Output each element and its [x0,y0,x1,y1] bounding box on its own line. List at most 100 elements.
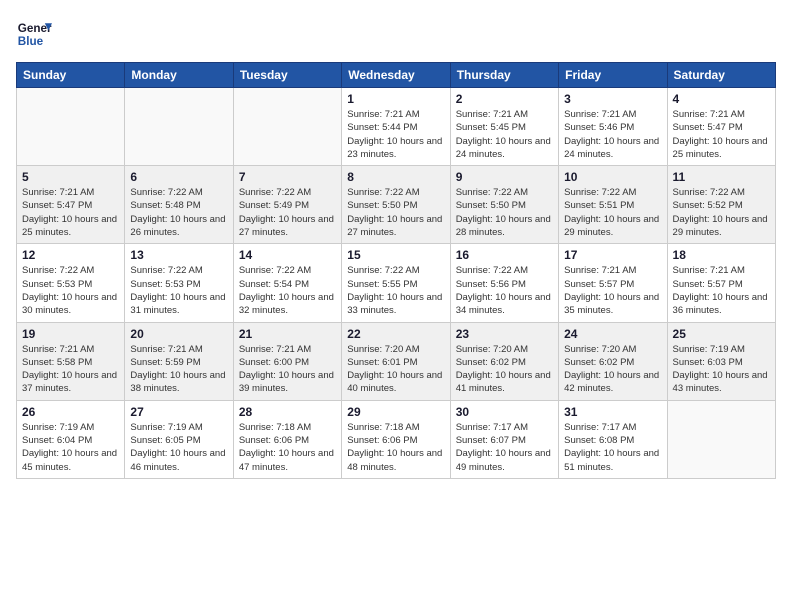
day-number: 22 [347,327,444,341]
calendar-day: 15Sunrise: 7:22 AMSunset: 5:55 PMDayligh… [342,244,450,322]
calendar-day: 11 Sunrise: 7:22 AMSunset: 5:52 PMDayligh… [667,166,775,244]
calendar-day: 17 Sunrise: 7:21 AMSunset: 5:57 PMDayligh… [559,244,667,322]
header-wednesday: Wednesday [342,63,450,88]
day-info: Sunrise: 7:17 AMSunset: 6:07 PMDaylight:… [456,421,553,474]
day-number: 8 [347,170,444,184]
calendar-day [125,88,233,166]
day-number: 7 [239,170,336,184]
day-info: Sunrise: 7:20 AMSunset: 6:01 PMDaylight:… [347,343,444,396]
calendar-day: 24 Sunrise: 7:20 AMSunset: 6:02 PMDayligh… [559,322,667,400]
day-info: Sunrise: 7:21 AMSunset: 6:00 PMDaylight:… [239,343,336,396]
svg-text:Blue: Blue [18,35,44,48]
day-number: 14 [239,248,336,262]
day-info: Sunrise: 7:21 AMSunset: 5:57 PMDaylight:… [564,264,661,317]
calendar-day: 4 Sunrise: 7:21 AMSunset: 5:47 PMDaylight… [667,88,775,166]
day-number: 30 [456,405,553,419]
calendar-day: 16 Sunrise: 7:22 AMSunset: 5:56 PMDayligh… [450,244,558,322]
page-header: General Blue [16,16,776,52]
day-info: Sunrise: 7:21 AMSunset: 5:59 PMDaylight:… [130,343,227,396]
day-info: Sunrise: 7:22 AMSunset: 5:52 PMDaylight:… [673,186,770,239]
day-info: Sunrise: 7:22 AMSunset: 5:51 PMDaylight:… [564,186,661,239]
day-info: Sunrise: 7:22 AMSunset: 5:54 PMDaylight:… [239,264,336,317]
day-number: 18 [673,248,770,262]
day-number: 25 [673,327,770,341]
day-info: Sunrise: 7:21 AMSunset: 5:47 PMDaylight:… [673,108,770,161]
day-info: Sunrise: 7:21 AMSunset: 5:47 PMDaylight:… [22,186,119,239]
day-info: Sunrise: 7:21 AMSunset: 5:46 PMDaylight:… [564,108,661,161]
calendar-day: 31Sunrise: 7:17 AMSunset: 6:08 PMDayligh… [559,400,667,478]
day-number: 17 [564,248,661,262]
calendar-day: 3 Sunrise: 7:21 AMSunset: 5:46 PMDaylight… [559,88,667,166]
day-info: Sunrise: 7:18 AMSunset: 6:06 PMDaylight:… [239,421,336,474]
day-number: 1 [347,92,444,106]
day-number: 29 [347,405,444,419]
calendar-day [667,400,775,478]
calendar-week-3: 12 Sunrise: 7:22 AMSunset: 5:53 PMDayligh… [17,244,776,322]
day-info: Sunrise: 7:22 AMSunset: 5:50 PMDaylight:… [456,186,553,239]
calendar-day: 9 Sunrise: 7:22 AMSunset: 5:50 PMDaylight… [450,166,558,244]
day-number: 13 [130,248,227,262]
day-number: 10 [564,170,661,184]
day-info: Sunrise: 7:19 AMSunset: 6:03 PMDaylight:… [673,343,770,396]
day-number: 6 [130,170,227,184]
day-info: Sunrise: 7:17 AMSunset: 6:08 PMDaylight:… [564,421,661,474]
calendar-day: 30 Sunrise: 7:17 AMSunset: 6:07 PMDayligh… [450,400,558,478]
day-number: 11 [673,170,770,184]
calendar-day: 25 Sunrise: 7:19 AMSunset: 6:03 PMDayligh… [667,322,775,400]
day-info: Sunrise: 7:21 AMSunset: 5:58 PMDaylight:… [22,343,119,396]
calendar-week-1: 1 Sunrise: 7:21 AMSunset: 5:44 PMDaylight… [17,88,776,166]
calendar-day: 8 Sunrise: 7:22 AMSunset: 5:50 PMDaylight… [342,166,450,244]
day-info: Sunrise: 7:18 AMSunset: 6:06 PMDaylight:… [347,421,444,474]
header-monday: Monday [125,63,233,88]
calendar-week-5: 26 Sunrise: 7:19 AMSunset: 6:04 PMDayligh… [17,400,776,478]
day-info: Sunrise: 7:21 AMSunset: 5:44 PMDaylight:… [347,108,444,161]
day-number: 19 [22,327,119,341]
calendar-day: 22 Sunrise: 7:20 AMSunset: 6:01 PMDayligh… [342,322,450,400]
day-number: 9 [456,170,553,184]
calendar-day: 18 Sunrise: 7:21 AMSunset: 5:57 PMDayligh… [667,244,775,322]
day-number: 23 [456,327,553,341]
day-info: Sunrise: 7:22 AMSunset: 5:53 PMDaylight:… [130,264,227,317]
day-info: Sunrise: 7:20 AMSunset: 6:02 PMDaylight:… [456,343,553,396]
day-number: 28 [239,405,336,419]
day-number: 21 [239,327,336,341]
calendar-day [17,88,125,166]
day-number: 24 [564,327,661,341]
calendar-day [233,88,341,166]
day-number: 2 [456,92,553,106]
header-thursday: Thursday [450,63,558,88]
day-number: 12 [22,248,119,262]
day-info: Sunrise: 7:19 AMSunset: 6:05 PMDaylight:… [130,421,227,474]
day-info: Sunrise: 7:22 AMSunset: 5:56 PMDaylight:… [456,264,553,317]
day-info: Sunrise: 7:21 AMSunset: 5:57 PMDaylight:… [673,264,770,317]
day-number: 5 [22,170,119,184]
calendar-table: SundayMondayTuesdayWednesdayThursdayFrid… [16,62,776,479]
calendar-header-row: SundayMondayTuesdayWednesdayThursdayFrid… [17,63,776,88]
calendar-day: 23 Sunrise: 7:20 AMSunset: 6:02 PMDayligh… [450,322,558,400]
calendar-day: 12 Sunrise: 7:22 AMSunset: 5:53 PMDayligh… [17,244,125,322]
day-number: 15 [347,248,444,262]
calendar-day: 21 Sunrise: 7:21 AMSunset: 6:00 PMDayligh… [233,322,341,400]
header-saturday: Saturday [667,63,775,88]
calendar-day: 14 Sunrise: 7:22 AMSunset: 5:54 PMDayligh… [233,244,341,322]
calendar-day: 5 Sunrise: 7:21 AMSunset: 5:47 PMDaylight… [17,166,125,244]
calendar-day: 1 Sunrise: 7:21 AMSunset: 5:44 PMDaylight… [342,88,450,166]
day-number: 27 [130,405,227,419]
calendar-day: 20Sunrise: 7:21 AMSunset: 5:59 PMDayligh… [125,322,233,400]
header-tuesday: Tuesday [233,63,341,88]
calendar-day: 13 Sunrise: 7:22 AMSunset: 5:53 PMDayligh… [125,244,233,322]
calendar-day: 6Sunrise: 7:22 AMSunset: 5:48 PMDaylight… [125,166,233,244]
day-info: Sunrise: 7:19 AMSunset: 6:04 PMDaylight:… [22,421,119,474]
day-number: 3 [564,92,661,106]
logo: General Blue [16,16,56,52]
calendar-week-4: 19 Sunrise: 7:21 AMSunset: 5:58 PMDayligh… [17,322,776,400]
day-number: 4 [673,92,770,106]
calendar-day: 2Sunrise: 7:21 AMSunset: 5:45 PMDaylight… [450,88,558,166]
day-number: 16 [456,248,553,262]
day-info: Sunrise: 7:22 AMSunset: 5:53 PMDaylight:… [22,264,119,317]
calendar-week-2: 5 Sunrise: 7:21 AMSunset: 5:47 PMDaylight… [17,166,776,244]
day-info: Sunrise: 7:20 AMSunset: 6:02 PMDaylight:… [564,343,661,396]
day-info: Sunrise: 7:22 AMSunset: 5:50 PMDaylight:… [347,186,444,239]
calendar-day: 29 Sunrise: 7:18 AMSunset: 6:06 PMDayligh… [342,400,450,478]
day-number: 26 [22,405,119,419]
